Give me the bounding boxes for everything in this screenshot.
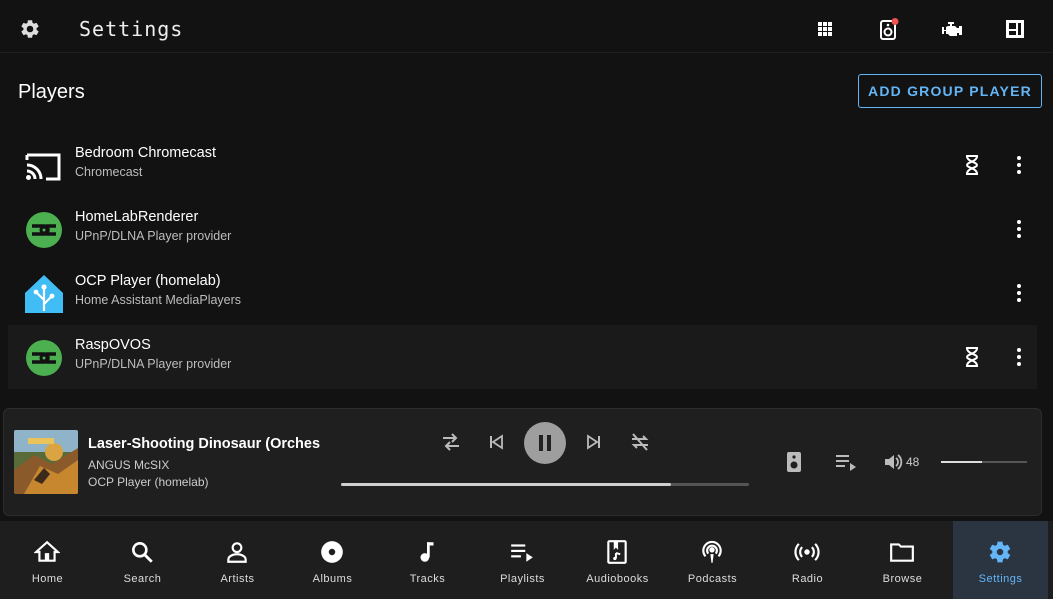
player-provider: Home Assistant MediaPlayers [75, 293, 242, 307]
nav-search[interactable]: Search [95, 521, 190, 599]
repeat-off-icon[interactable] [629, 431, 651, 453]
nav-label: Playlists [500, 573, 545, 585]
playlist-icon [509, 539, 535, 565]
now-playing-bar: Laser-Shooting Dinosaur (Orchestral ANGU… [3, 408, 1042, 516]
player-provider: UPnP/DLNA Player provider [75, 357, 232, 371]
more-options-icon[interactable] [1014, 218, 1024, 240]
player-provider: Chromecast [75, 165, 143, 179]
pause-button[interactable] [524, 422, 566, 464]
person-icon [224, 539, 250, 565]
search-icon [129, 539, 155, 565]
bottom-navigation: Home Search Artists Albums Tracks Playli… [0, 521, 1053, 599]
settings-icon [987, 539, 1013, 565]
dlna-icon [24, 210, 64, 250]
shuffle-icon[interactable] [441, 431, 461, 453]
pause-icon [539, 435, 551, 451]
volume-slider[interactable] [941, 461, 1027, 463]
page-title: Settings [79, 17, 184, 41]
player-row[interactable]: Bedroom Chromecast Chromecast [8, 133, 1037, 197]
apps-grid-icon[interactable] [814, 18, 836, 40]
audiobook-icon [604, 539, 630, 565]
podcast-icon [699, 539, 725, 565]
more-options-icon[interactable] [1014, 282, 1024, 304]
active-player-name[interactable]: OCP Player (homelab) [88, 475, 209, 489]
next-track-icon[interactable] [586, 431, 602, 453]
folder-icon [889, 539, 915, 565]
disc-icon [319, 539, 345, 565]
queue-icon[interactable] [835, 453, 857, 471]
album-art[interactable] [14, 430, 78, 494]
playback-progress-fill [341, 483, 672, 486]
radio-icon [794, 539, 820, 565]
home-assistant-icon [24, 274, 64, 314]
volume-slider-fill [941, 461, 983, 463]
nav-label: Radio [791, 573, 824, 585]
volume-icon[interactable] [883, 452, 903, 472]
speaker-icon[interactable] [786, 451, 802, 473]
settings-gear-icon[interactable] [19, 18, 41, 40]
nav-browse[interactable]: Browse [855, 521, 950, 599]
music-note-icon [414, 539, 440, 565]
cast-icon [24, 146, 64, 186]
top-app-bar: Settings [0, 0, 1053, 53]
track-artist[interactable]: ANGUS McSIX [88, 458, 169, 472]
player-provider: UPnP/DLNA Player provider [75, 229, 232, 243]
players-heading: Players [18, 81, 85, 103]
nav-label: Home [31, 573, 64, 585]
playback-progress-bar[interactable] [341, 483, 749, 486]
add-group-player-button[interactable]: ADD GROUP PLAYER [858, 74, 1042, 108]
player-name: OCP Player (homelab) [75, 273, 221, 289]
speaker-notification-icon[interactable] [877, 18, 899, 40]
more-options-icon[interactable] [1014, 154, 1024, 176]
nav-audiobooks[interactable]: Audiobooks [570, 521, 665, 599]
player-name: HomeLabRenderer [75, 209, 199, 225]
volume-level-label: 48 [906, 455, 920, 469]
nav-playlists[interactable]: Playlists [475, 521, 570, 599]
nav-home[interactable]: Home [0, 521, 95, 599]
nav-settings[interactable]: Settings [953, 521, 1048, 599]
engine-icon[interactable] [941, 18, 963, 40]
player-row[interactable]: HomeLabRenderer UPnP/DLNA Player provide… [8, 197, 1037, 261]
player-name: Bedroom Chromecast [75, 145, 217, 161]
hourglass-icon [964, 346, 980, 368]
track-title[interactable]: Laser-Shooting Dinosaur (Orchestral [88, 436, 320, 452]
nav-label: Tracks [409, 573, 446, 585]
nav-label: Albums [312, 573, 353, 585]
nav-radio[interactable]: Radio [760, 521, 855, 599]
player-row[interactable]: OCP Player (homelab) Home Assistant Medi… [8, 261, 1037, 325]
player-row[interactable]: RaspOVOS UPnP/DLNA Player provider [8, 325, 1037, 389]
nav-artists[interactable]: Artists [190, 521, 285, 599]
player-card-icon[interactable] [1004, 18, 1026, 40]
nav-label: Artists [220, 573, 255, 585]
nav-tracks[interactable]: Tracks [380, 521, 475, 599]
dlna-icon [24, 338, 64, 378]
player-name: RaspOVOS [75, 337, 151, 353]
previous-track-icon[interactable] [488, 431, 504, 453]
home-icon [34, 539, 60, 565]
hourglass-icon [964, 154, 980, 176]
nav-podcasts[interactable]: Podcasts [665, 521, 760, 599]
nav-albums[interactable]: Albums [285, 521, 380, 599]
nav-label: Podcasts [687, 573, 738, 585]
more-options-icon[interactable] [1014, 346, 1024, 368]
nav-label: Search [123, 573, 162, 585]
nav-label: Settings [978, 573, 1023, 585]
nav-label: Audiobooks [586, 573, 649, 585]
nav-label: Browse [882, 573, 923, 585]
